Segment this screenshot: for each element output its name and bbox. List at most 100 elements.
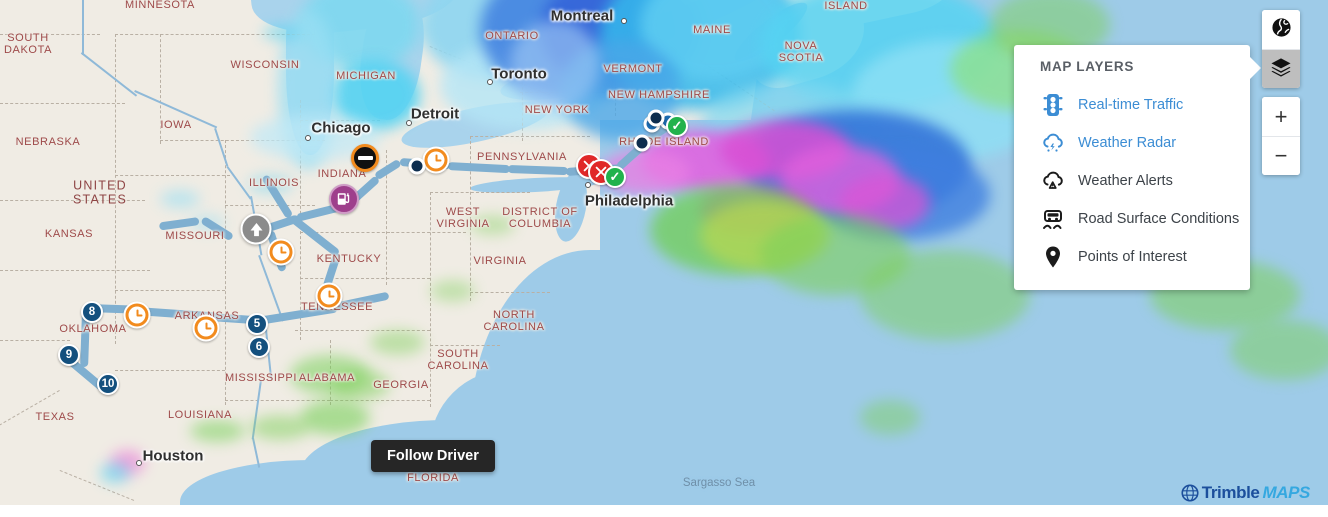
zoom-control-group: + − [1262, 97, 1300, 175]
border-line [430, 192, 431, 407]
stop-marker-8[interactable]: 8 [81, 301, 103, 323]
minus-icon: − [1274, 143, 1288, 168]
basemap-toggle-button[interactable] [1262, 10, 1300, 49]
clock-face-icon [320, 287, 338, 305]
river [82, 0, 84, 55]
city-dot [406, 120, 412, 126]
border-line [0, 200, 145, 201]
clock-icon [192, 314, 220, 342]
layer-row-points-of-interest[interactable]: Points of Interest [1014, 238, 1250, 276]
border-line [330, 400, 430, 401]
eta-clock-marker-4[interactable] [192, 314, 220, 342]
border-line [522, 36, 523, 141]
clock-icon [267, 238, 295, 266]
stop-marker-6[interactable]: 6 [248, 336, 270, 358]
clock-face-icon [427, 151, 445, 169]
lake-michigan [286, 0, 334, 155]
status-ok-check-icon: ✓ [604, 166, 626, 188]
border-line [470, 136, 590, 137]
stop-marker-9[interactable]: 9 [58, 344, 80, 366]
poi-dot-dark [408, 157, 426, 175]
fuel-stop-marker[interactable] [329, 184, 359, 214]
layer-row-weather-alerts[interactable]: Weather Alerts [1014, 162, 1250, 200]
fuel-pump-icon [329, 184, 359, 214]
layers-icon [1270, 57, 1292, 82]
poi-marker-4[interactable] [633, 134, 651, 152]
zoom-in-button[interactable]: + [1262, 97, 1300, 136]
driver-position-marker[interactable] [240, 213, 272, 245]
layer-label-road-surface-conditions: Road Surface Conditions [1078, 211, 1240, 227]
map-pin-icon [1040, 244, 1066, 270]
logo-text-primary: Trimble [1201, 483, 1260, 502]
border-line [0, 340, 70, 341]
border-line [300, 120, 380, 121]
eta-clock-marker-5[interactable] [123, 301, 151, 329]
follow-driver-button[interactable]: Follow Driver [371, 440, 495, 472]
layer-label-real-time-traffic: Real-time Traffic [1078, 97, 1184, 113]
restriction-marker[interactable] [351, 144, 379, 172]
stop-number-badge: 6 [248, 336, 270, 358]
eta-clock-marker-1[interactable] [422, 146, 450, 174]
map-application: UNITED STATES SOUTH DAKOTA MINNESOTA WISCONSI… [0, 0, 1328, 517]
city-dot [136, 460, 142, 466]
clock-icon [422, 146, 450, 174]
status-ok-badge-2[interactable]: ✓ [604, 166, 626, 188]
car-road-icon [1040, 206, 1066, 232]
stop-number-badge: 9 [58, 344, 80, 366]
layer-row-weather-radar[interactable]: Weather Radar [1014, 124, 1250, 162]
stop-number-badge: 5 [246, 313, 268, 335]
driver-heading-arrow-icon [240, 213, 272, 245]
city-dot [487, 79, 493, 85]
no-entry-bar [357, 156, 373, 160]
border-line [115, 290, 225, 291]
border-line [0, 103, 125, 104]
border-line [300, 278, 430, 279]
logo-text-secondary: MAPS [1262, 483, 1310, 502]
stop-number-badge: 10 [97, 373, 119, 395]
stop-number-badge: 8 [81, 301, 103, 323]
globe-icon [1271, 17, 1292, 43]
zoom-out-button[interactable]: − [1262, 136, 1300, 175]
layer-label-weather-alerts: Weather Alerts [1078, 173, 1173, 189]
clock-face-icon [128, 306, 146, 324]
poi-marker-3[interactable] [647, 109, 665, 127]
border-line [115, 370, 225, 371]
border-line [115, 175, 230, 176]
trimble-maps-logo: Trimble MAPS [1181, 483, 1310, 503]
trimble-globe-icon [1181, 484, 1199, 502]
poi-dot-dark [633, 134, 651, 152]
border-line [430, 192, 530, 193]
border-line [295, 330, 430, 331]
layers-toggle-button[interactable] [1262, 49, 1300, 88]
cloud-warning-icon [1040, 168, 1066, 194]
border-line [160, 34, 161, 144]
layer-row-road-surface-conditions[interactable]: Road Surface Conditions [1014, 200, 1250, 238]
border-line [115, 34, 315, 35]
cloud-lightning-icon [1040, 130, 1066, 156]
poi-dot-dark [647, 109, 665, 127]
layer-label-points-of-interest: Points of Interest [1078, 249, 1187, 265]
eta-clock-marker-3[interactable] [315, 282, 343, 310]
border-line [520, 92, 615, 93]
stop-marker-5[interactable]: 5 [246, 313, 268, 335]
city-dot [305, 135, 311, 141]
no-entry-icon [351, 144, 379, 172]
border-line [470, 136, 471, 301]
border-line [330, 340, 331, 405]
border-line [430, 345, 500, 346]
layer-row-real-time-traffic[interactable]: Real-time Traffic [1014, 86, 1250, 124]
status-ok-badge-1[interactable]: ✓ [666, 115, 688, 137]
border-line [0, 270, 150, 271]
city-dot [621, 18, 627, 24]
layer-label-weather-radar: Weather Radar [1078, 135, 1177, 151]
poi-marker-5[interactable] [408, 157, 426, 175]
stop-marker-10[interactable]: 10 [97, 373, 119, 395]
eta-clock-marker-2[interactable] [267, 238, 295, 266]
border-line [615, 36, 616, 116]
border-line [225, 400, 330, 401]
border-line [225, 140, 226, 405]
border-line [0, 34, 100, 35]
clock-face-icon [272, 243, 290, 261]
border-line [225, 205, 315, 206]
plus-icon: + [1274, 103, 1288, 129]
